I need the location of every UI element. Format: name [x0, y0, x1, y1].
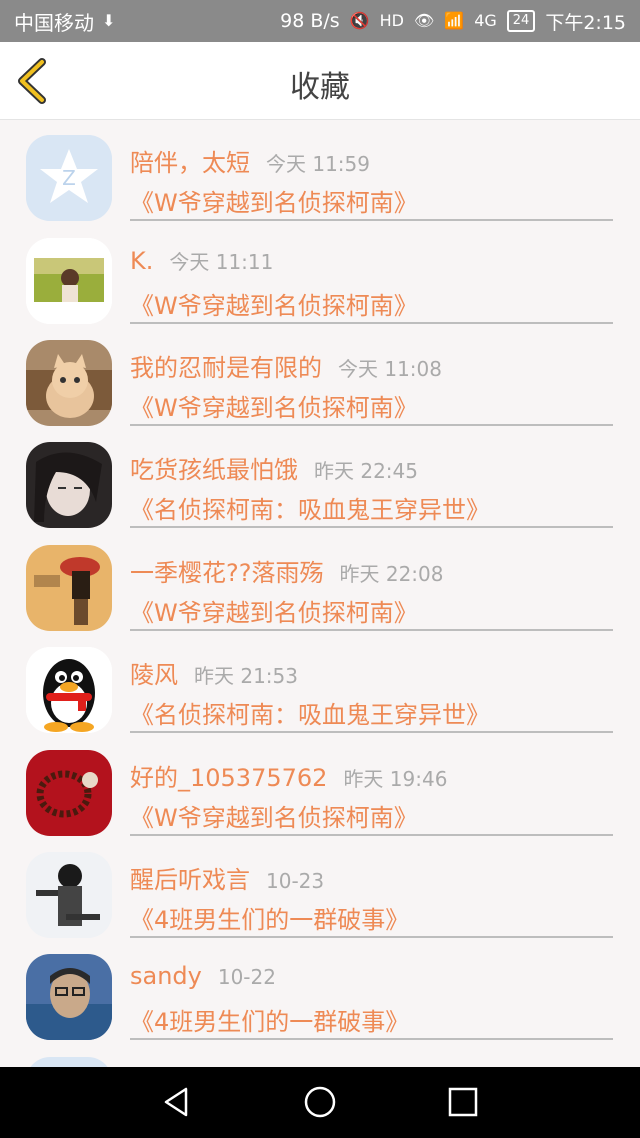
- mute-icon: 🔇: [349, 11, 370, 30]
- svg-text:Z: Z: [62, 166, 76, 190]
- circle-home-icon: [304, 1086, 336, 1118]
- user-name-row: 陵风 昨天 21:53: [130, 655, 298, 690]
- book-title: 《W爷穿越到名侦探柯南》: [130, 804, 418, 832]
- list-item[interactable]: 陵风 昨天 21:53 《名侦探柯南：吸血鬼王穿异世》: [0, 639, 640, 742]
- clock: 下午2:15: [545, 11, 626, 34]
- timestamp: 今天 11:59: [266, 152, 370, 176]
- square-recents-icon: [448, 1087, 478, 1117]
- avatar: [26, 545, 112, 631]
- user-name: 一季樱花??落雨殇: [130, 559, 324, 587]
- avatar: [26, 852, 112, 938]
- status-right: 98 B/s 🔇 HD 👁 📶 4G 24 下午2:15: [280, 8, 626, 35]
- status-left: 中国移动 ⬇: [14, 7, 115, 36]
- timestamp: 昨天 22:45: [314, 459, 418, 483]
- list-item[interactable]: [0, 1049, 640, 1067]
- user-name-row: 一季樱花??落雨殇 昨天 22:08: [130, 553, 443, 588]
- timestamp: 昨天 21:53: [194, 664, 298, 688]
- network-speed: 98 B/s: [280, 10, 340, 32]
- avatar: [26, 647, 112, 733]
- user-name: 陪伴，太短: [130, 149, 250, 177]
- user-name-row: sandy 10-22: [130, 962, 276, 990]
- divider: [130, 1038, 613, 1040]
- app-header: 收藏: [0, 42, 640, 120]
- status-bar: 中国移动 ⬇ 98 B/s 🔇 HD 👁 📶 4G 24 下午2:15: [0, 0, 640, 42]
- list-item[interactable]: Z 陪伴，太短 今天 11:59 《W爷穿越到名侦探柯南》: [0, 127, 640, 230]
- avatar: [26, 954, 112, 1040]
- user-name-row: 陪伴，太短 今天 11:59: [130, 143, 370, 178]
- hd-icon: HD: [379, 11, 404, 30]
- download-icon: ⬇: [102, 11, 116, 30]
- user-name-row: 吃货孩纸最怕饿 昨天 22:45: [130, 450, 418, 485]
- figure-avatar: [26, 852, 112, 938]
- qq-zone-star-icon: Z: [26, 135, 112, 221]
- avatar: Z: [26, 135, 112, 221]
- avatar: [26, 238, 112, 324]
- favorites-list[interactable]: Z 陪伴，太短 今天 11:59 《W爷穿越到名侦探柯南》 K. 今天 11:11 …: [0, 120, 640, 1067]
- avatar: [26, 442, 112, 528]
- battery-icon: 24: [506, 10, 536, 32]
- list-item[interactable]: 好的_105375762 昨天 19:46 《W爷穿越到名侦探柯南》: [0, 742, 640, 845]
- user-name: 醒后听戏言: [130, 866, 250, 894]
- nav-home-button[interactable]: [303, 1085, 337, 1119]
- divider: [130, 322, 613, 324]
- divider: [130, 834, 613, 836]
- timestamp: 10-22: [217, 965, 276, 989]
- wifi-icon: 📶: [444, 11, 465, 30]
- timestamp: 昨天 19:46: [343, 767, 448, 791]
- photo-avatar: [26, 238, 112, 324]
- list-item[interactable]: K. 今天 11:11 《W爷穿越到名侦探柯南》: [0, 230, 640, 333]
- divider: [130, 526, 613, 528]
- list-item[interactable]: 醒后听戏言 10-23 《4班男生们的一群破事》: [0, 844, 640, 947]
- divider: [130, 424, 613, 426]
- avatar: [26, 1057, 112, 1067]
- nav-recents-button[interactable]: [446, 1085, 480, 1119]
- book-title: 《W爷穿越到名侦探柯南》: [130, 394, 418, 422]
- timestamp: 10-23: [266, 869, 325, 893]
- kitten-avatar: [26, 340, 112, 426]
- divider: [130, 629, 613, 631]
- user-name: 好的_105375762: [130, 764, 328, 792]
- user-name: 陵风: [130, 661, 178, 689]
- timestamp: 今天 11:11: [169, 250, 274, 274]
- qq-zone-star-icon: [26, 1057, 112, 1067]
- user-name: K.: [130, 247, 154, 275]
- user-name-row: 我的忍耐是有限的 今天 11:08: [130, 348, 442, 383]
- book-title: 《W爷穿越到名侦探柯南》: [130, 599, 418, 627]
- red-bracelet-avatar: [26, 750, 112, 836]
- divider: [130, 936, 613, 938]
- nav-back-button[interactable]: [160, 1085, 194, 1119]
- user-name-row: 好的_105375762 昨天 19:46: [130, 758, 447, 793]
- network-type: 4G: [474, 11, 497, 30]
- eye-icon: 👁: [413, 11, 435, 30]
- carrier-label: 中国移动: [14, 10, 94, 35]
- user-name: sandy: [130, 962, 202, 990]
- book-title: 《W爷穿越到名侦探柯南》: [130, 189, 418, 217]
- book-title: 《4班男生们的一群破事》: [130, 1008, 410, 1036]
- book-title: 《4班男生们的一群破事》: [130, 906, 410, 934]
- list-item[interactable]: 我的忍耐是有限的 今天 11:08 《W爷穿越到名侦探柯南》: [0, 332, 640, 435]
- book-title: 《W爷穿越到名侦探柯南》: [130, 292, 418, 320]
- list-item[interactable]: 一季樱花??落雨殇 昨天 22:08 《W爷穿越到名侦探柯南》: [0, 537, 640, 640]
- webcam-avatar: [26, 954, 112, 1040]
- cartoon-avatar: [26, 545, 112, 631]
- user-name-row: 醒后听戏言 10-23: [130, 860, 324, 895]
- avatar: [26, 750, 112, 836]
- book-title: 《名侦探柯南：吸血鬼王穿异世》: [130, 496, 490, 524]
- page-title: 收藏: [290, 70, 350, 105]
- portrait-avatar: [26, 442, 112, 528]
- timestamp: 昨天 22:08: [339, 562, 444, 586]
- triangle-back-icon: [164, 1087, 188, 1117]
- book-title: 《名侦探柯南：吸血鬼王穿异世》: [130, 701, 490, 729]
- system-nav-bar: [0, 1067, 640, 1138]
- timestamp: 今天 11:08: [338, 357, 442, 381]
- list-item[interactable]: 吃货孩纸最怕饿 昨天 22:45 《名侦探柯南：吸血鬼王穿异世》: [0, 434, 640, 537]
- divider: [130, 219, 613, 221]
- list-item[interactable]: sandy 10-22 《4班男生们的一群破事》: [0, 946, 640, 1049]
- qq-penguin-icon: [26, 647, 112, 733]
- user-name: 我的忍耐是有限的: [130, 354, 322, 382]
- user-name-row: K. 今天 11:11: [130, 246, 273, 275]
- avatar: [26, 340, 112, 426]
- user-name: 吃货孩纸最怕饿: [130, 456, 298, 484]
- divider: [130, 731, 613, 733]
